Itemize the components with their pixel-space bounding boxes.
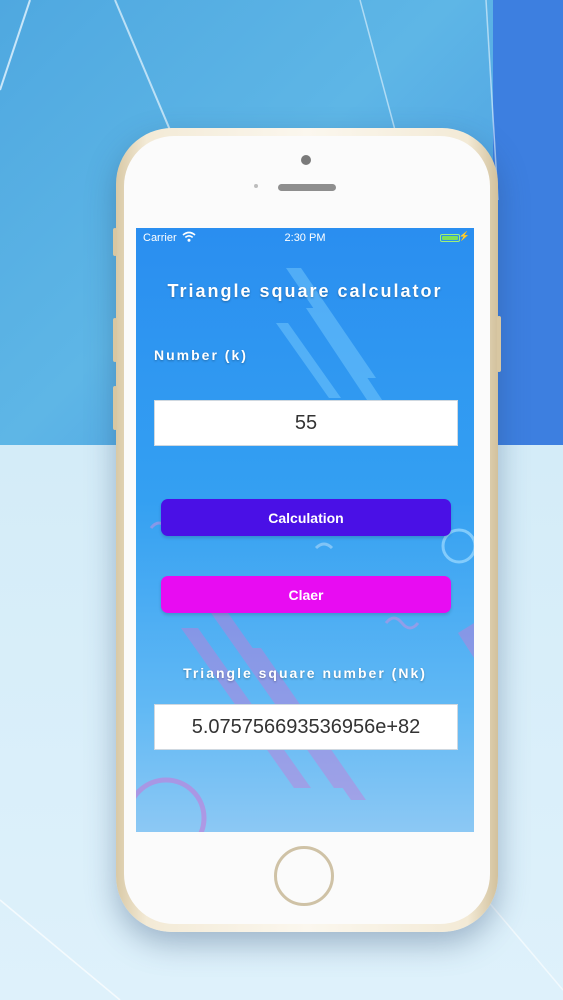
- number-input[interactable]: 55: [154, 400, 458, 446]
- phone-frame: Carrier 2:30 PM ⚡ Triangle square calcul…: [113, 128, 501, 932]
- status-bar: Carrier 2:30 PM ⚡: [136, 228, 474, 248]
- volume-down-button: [113, 386, 117, 430]
- app-screen: Carrier 2:30 PM ⚡ Triangle square calcul…: [136, 228, 474, 832]
- input-label: Number (k): [154, 347, 248, 363]
- mute-switch: [113, 228, 117, 256]
- power-button: [497, 316, 501, 372]
- app-title: Triangle square calculator: [167, 281, 443, 301]
- result-field[interactable]: 5.075756693536956e+82: [154, 704, 458, 750]
- sensor-icon: [254, 184, 258, 188]
- clock: 2:30 PM: [284, 232, 326, 244]
- calculation-button[interactable]: Calculation: [161, 499, 451, 536]
- result-label: Triangle square number (Nk): [183, 665, 427, 681]
- front-camera-icon: [301, 155, 311, 165]
- home-button[interactable]: [274, 846, 334, 906]
- clear-button[interactable]: Claer: [161, 576, 451, 613]
- battery-icon: [440, 234, 460, 242]
- earpiece-speaker: [278, 184, 336, 191]
- charging-bolt-icon: ⚡: [458, 231, 470, 241]
- volume-up-button: [113, 318, 117, 362]
